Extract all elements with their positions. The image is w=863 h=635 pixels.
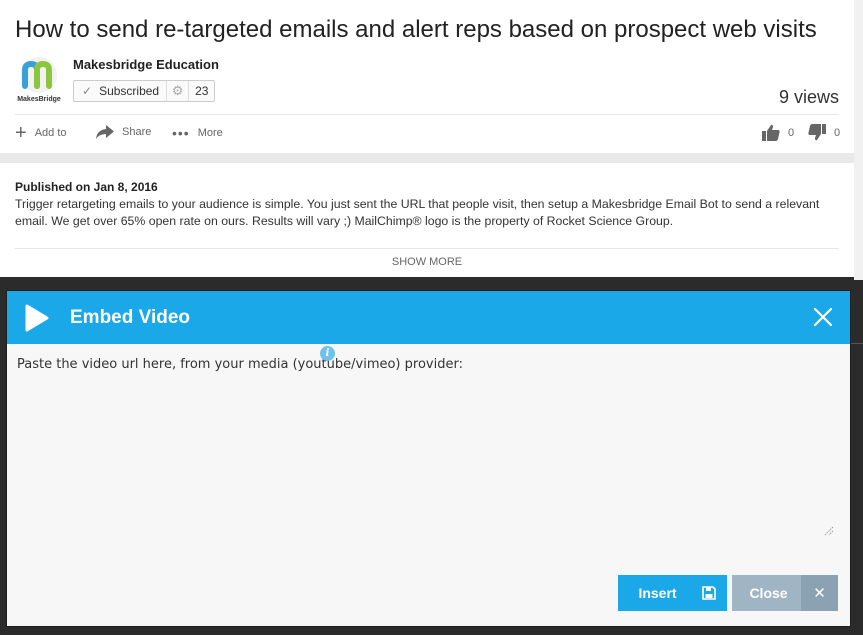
share-icon	[96, 125, 114, 139]
page-edge	[854, 0, 863, 280]
close-icon[interactable]	[812, 306, 834, 328]
channel-logo[interactable]: MakesBridge	[15, 56, 63, 104]
save-icon	[691, 575, 727, 611]
info-icon[interactable]: i	[320, 346, 335, 361]
gear-icon[interactable]: ⚙	[167, 81, 190, 101]
thumbs-down-icon	[808, 124, 826, 141]
view-count: 9 views	[778, 87, 839, 107]
insert-button[interactable]: Insert	[618, 575, 727, 611]
subscribed-label: Subscribed	[99, 84, 160, 98]
close-label: Close	[749, 585, 788, 601]
divider	[851, 343, 863, 344]
embed-video-dialog: Embed Video Paste the video url here, fr…	[6, 290, 851, 627]
like-count: 0	[788, 126, 795, 139]
video-title: How to send re-targeted emails and alert…	[15, 16, 817, 43]
insert-label: Insert	[638, 585, 677, 601]
more-button[interactable]: ••• More	[172, 125, 223, 141]
share-button[interactable]: Share	[96, 125, 151, 139]
subscribed-button[interactable]: ✓ Subscribed	[74, 81, 168, 101]
divider	[15, 248, 839, 249]
dialog-title: Embed Video	[70, 307, 191, 328]
thumbs-up-icon	[762, 124, 780, 141]
plus-icon: +	[15, 122, 27, 144]
divider	[15, 114, 839, 115]
more-dots-icon: •••	[172, 125, 190, 141]
card-gap	[0, 153, 863, 163]
published-date: Published on Jan 8, 2016	[15, 180, 158, 194]
close-x-icon: ✕	[801, 575, 838, 611]
url-prompt-label: Paste the video url here, from your medi…	[17, 357, 463, 372]
more-label: More	[197, 127, 223, 139]
like-button[interactable]: 0	[762, 124, 794, 141]
show-more-button[interactable]: SHOW MORE	[0, 256, 854, 268]
logo-wordmark: MakesBridge	[17, 96, 61, 103]
close-button[interactable]: Close ✕	[732, 575, 838, 611]
checkmark-icon: ✓	[82, 84, 93, 98]
channel-name[interactable]: Makesbridge Education	[73, 57, 219, 72]
add-to-label: Add to	[34, 127, 67, 139]
subscribe-widget: ✓ Subscribed ⚙ 23	[73, 80, 216, 102]
share-label: Share	[122, 126, 152, 138]
subscriber-count: 23	[195, 84, 209, 98]
makesbridge-logo-icon: MakesBridge	[17, 57, 61, 103]
video-url-input[interactable]	[17, 375, 839, 541]
play-icon	[25, 304, 49, 332]
dislike-count: 0	[834, 126, 841, 139]
resize-handle-icon[interactable]	[822, 524, 834, 536]
dislike-button[interactable]: 0	[808, 124, 840, 141]
add-to-button[interactable]: + Add to	[15, 122, 67, 144]
dialog-header: Embed Video	[7, 291, 850, 344]
video-description: Trigger retargeting emails to your audie…	[15, 197, 820, 228]
